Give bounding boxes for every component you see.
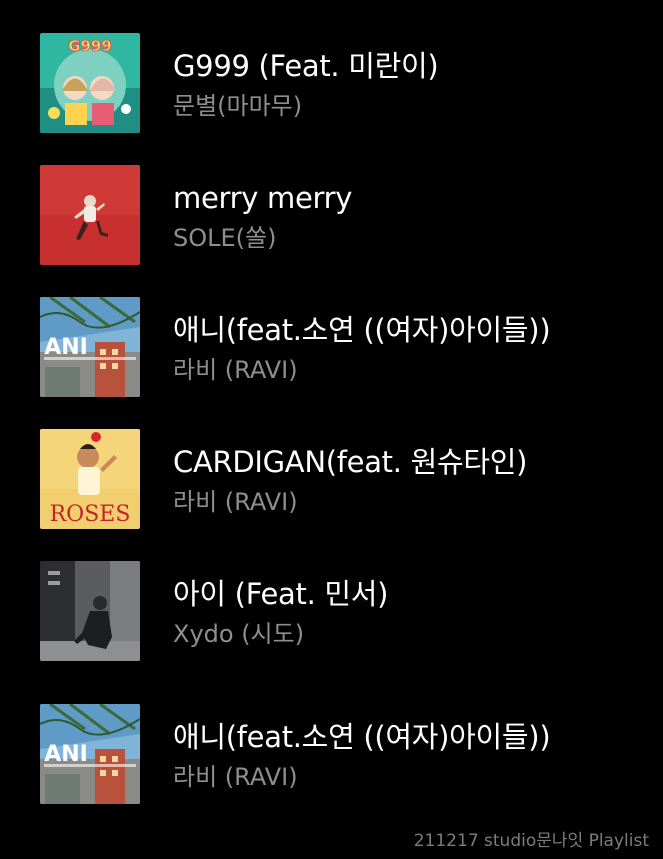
track-title: G999 (Feat. 미란이) [173, 49, 439, 83]
album-art-ai [40, 561, 140, 661]
svg-text:ANI: ANI [44, 335, 88, 360]
svg-text:G999: G999 [68, 37, 112, 55]
album-art-merry-merry [40, 165, 140, 265]
track-row[interactable]: ROSES CARDIGAN(feat. 원슈타인) 라비 (RAVI) [40, 429, 640, 529]
track-row[interactable]: merry merry SOLE(쏠) [40, 165, 640, 265]
track-row[interactable]: ANI 애니(feat.소연 ((여자)아이들)) 라비 (RAVI) [40, 704, 640, 804]
track-artist: 라비 (RAVI) [173, 763, 298, 791]
track-artist: Xydo (시도) [173, 620, 305, 648]
track-title: 애니(feat.소연 ((여자)아이들)) [173, 313, 551, 347]
svg-text:ANI: ANI [44, 742, 88, 767]
track-artist: 라비 (RAVI) [173, 356, 298, 384]
album-art-ani: ANI [40, 704, 140, 804]
track-title: 애니(feat.소연 ((여자)아이들)) [173, 720, 551, 754]
svg-text:ROSES: ROSES [50, 502, 131, 527]
track-row[interactable]: G999 G999 (Feat. 미란이) 문별(마마무) [40, 33, 640, 133]
track-title: 아이 (Feat. 민서) [173, 577, 389, 611]
track-title: merry merry [173, 181, 353, 215]
album-art-ani: ANI [40, 297, 140, 397]
album-art-roses: ROSES [40, 429, 140, 529]
track-artist: SOLE(쏠) [173, 224, 277, 252]
album-art-g999: G999 [40, 33, 140, 133]
track-artist: 문별(마마무) [173, 92, 303, 120]
track-row[interactable]: ANI 애니(feat.소연 ((여자)아이들)) 라비 (RAVI) [40, 297, 640, 397]
track-artist: 라비 (RAVI) [173, 488, 298, 516]
track-title: CARDIGAN(feat. 원슈타인) [173, 445, 528, 479]
playlist-caption: 211217 studio문나잇 Playlist [413, 831, 649, 851]
track-row[interactable]: 아이 (Feat. 민서) Xydo (시도) [40, 561, 640, 661]
playlist-screen: G999 G999 (Feat. 미란이) 문별(마마무) merry merr… [0, 0, 663, 859]
